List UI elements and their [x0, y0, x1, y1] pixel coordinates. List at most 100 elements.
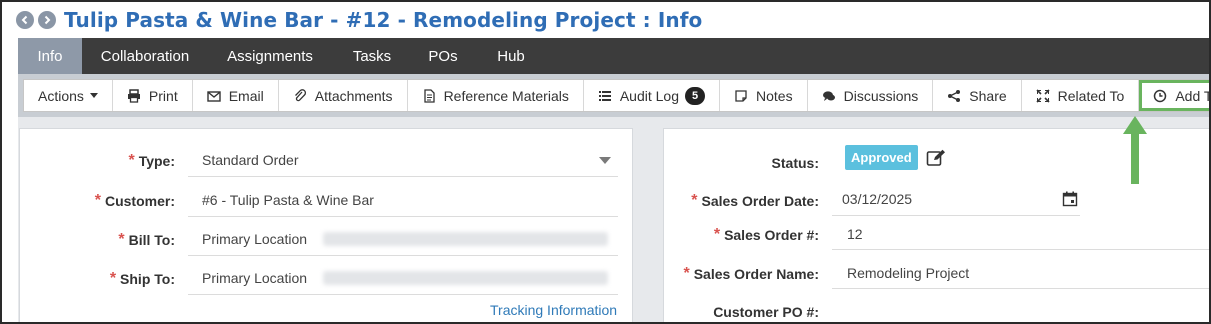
chat-icon	[822, 89, 836, 103]
required-marker: *	[118, 231, 125, 248]
order-details-panel: * Type: Standard Order * Customer: #6 - …	[19, 128, 633, 322]
required-marker: *	[128, 152, 135, 169]
redacted-address	[323, 271, 609, 285]
sales-order-date-underline	[832, 215, 1080, 216]
bill-to-value: Primary Location	[202, 231, 308, 247]
sales-order-name-value: Remodeling Project	[847, 265, 970, 281]
app-window: Tulip Pasta & Wine Bar - #12 - Remodelin…	[0, 0, 1211, 324]
status-label-row: Status:	[664, 155, 819, 171]
ship-to-value: Primary Location	[202, 270, 308, 286]
customer-value: #6 - Tulip Pasta & Wine Bar	[202, 192, 374, 208]
envelope-icon	[207, 89, 221, 103]
clock-icon	[1153, 89, 1167, 103]
calendar-icon[interactable]	[1062, 191, 1078, 207]
tab-assignments[interactable]: Assignments	[208, 38, 332, 74]
sales-order-num-label: Sales Order #:	[724, 227, 819, 243]
actions-button[interactable]: Actions	[24, 80, 113, 111]
sales-order-name-label: Sales Order Name:	[693, 266, 819, 282]
bill-to-label: Bill To:	[128, 232, 175, 248]
ship-to-field[interactable]: Primary Location	[202, 270, 609, 286]
reference-materials-label: Reference Materials	[443, 87, 569, 104]
note-icon	[734, 89, 748, 103]
email-label: Email	[228, 87, 264, 104]
caret-down-icon	[89, 93, 98, 98]
customer-po-label-row: Customer PO #:	[664, 304, 819, 320]
tab-collaboration[interactable]: Collaboration	[82, 38, 208, 74]
toolbar-area: Actions Print Email Attachments Referenc…	[18, 74, 1209, 117]
related-to-button[interactable]: Related To	[1022, 80, 1140, 111]
share-button[interactable]: Share	[933, 80, 1022, 111]
discussions-button[interactable]: Discussions	[808, 80, 934, 111]
customer-field[interactable]: #6 - Tulip Pasta & Wine Bar	[202, 192, 374, 208]
required-marker: *	[94, 192, 101, 209]
customer-underline	[188, 216, 618, 217]
toolbar: Actions Print Email Attachments Referenc…	[23, 79, 1209, 112]
bill-to-label-row: * Bill To:	[20, 231, 175, 249]
attachments-label: Attachments	[314, 87, 393, 104]
sales-order-date-value: 03/12/2025	[842, 191, 913, 207]
notes-label: Notes	[756, 87, 793, 104]
email-button[interactable]: Email	[193, 80, 279, 111]
ship-to-label: Ship To:	[120, 271, 175, 287]
redacted-address	[323, 232, 609, 246]
sales-order-num-label-row: * Sales Order #:	[664, 226, 819, 244]
sales-order-name-label-row: * Sales Order Name:	[664, 265, 819, 283]
tab-info[interactable]: Info	[18, 38, 82, 74]
back-icon[interactable]	[16, 11, 34, 29]
share-label: Share	[969, 87, 1007, 104]
customer-label: Customer:	[104, 193, 175, 209]
sales-order-date-field[interactable]: 03/12/2025	[842, 191, 912, 207]
ship-to-underline	[188, 294, 618, 295]
audit-log-button[interactable]: Audit Log 5	[584, 80, 721, 111]
status-badge: Approved	[845, 145, 918, 170]
sales-order-num-field[interactable]: 12	[847, 226, 863, 242]
tab-hub[interactable]: Hub	[474, 38, 548, 74]
customer-label-row: * Customer:	[20, 192, 175, 210]
sales-order-name-underline	[832, 288, 1209, 289]
paperclip-icon	[293, 88, 307, 103]
sales-order-num-underline	[832, 249, 1209, 250]
status-label: Status:	[771, 155, 819, 171]
add-time-label: Add Time	[1175, 87, 1209, 104]
sales-order-date-label: Sales Order Date:	[701, 193, 820, 209]
ship-to-label-row: * Ship To:	[20, 270, 175, 288]
expand-icon	[1036, 88, 1050, 103]
edit-icon[interactable]	[926, 149, 946, 167]
discussions-label: Discussions	[843, 87, 919, 104]
print-button[interactable]: Print	[113, 80, 193, 111]
forward-icon[interactable]	[38, 11, 56, 29]
add-time-button[interactable]: Add Time	[1139, 80, 1209, 111]
required-marker: *	[683, 265, 690, 282]
sales-order-date-label-row: * Sales Order Date:	[664, 192, 819, 210]
tab-pos[interactable]: POs	[412, 38, 474, 74]
type-select[interactable]: Standard Order	[202, 152, 620, 168]
title-bar: Tulip Pasta & Wine Bar - #12 - Remodelin…	[2, 2, 1209, 38]
reference-materials-button[interactable]: Reference Materials	[408, 80, 584, 111]
related-to-label: Related To	[1057, 87, 1125, 104]
attachments-button[interactable]: Attachments	[279, 80, 408, 111]
required-marker: *	[713, 226, 721, 243]
audit-log-count-badge: 5	[685, 86, 706, 105]
notes-button[interactable]: Notes	[720, 80, 808, 111]
bill-to-underline	[188, 255, 618, 256]
tab-bar: Info Collaboration Assignments Tasks POs…	[18, 38, 1209, 74]
sales-order-name-field[interactable]: Remodeling Project	[847, 265, 969, 281]
print-label: Print	[148, 87, 178, 104]
required-marker: *	[691, 192, 698, 209]
tracking-information-link[interactable]: Tracking Information	[490, 302, 617, 318]
sales-order-num-value: 12	[847, 226, 863, 242]
status-field: Approved	[845, 145, 946, 170]
page-title: Tulip Pasta & Wine Bar - #12 - Remodelin…	[64, 8, 703, 32]
printer-icon	[127, 88, 141, 103]
tab-tasks[interactable]: Tasks	[332, 38, 412, 74]
document-icon	[422, 88, 436, 103]
dropdown-caret-icon[interactable]	[599, 157, 611, 164]
type-underline	[188, 176, 618, 177]
annotation-arrow-icon	[1123, 116, 1147, 184]
tracking-link-row: Tracking Information	[490, 302, 617, 318]
type-label-row: * Type:	[20, 152, 175, 170]
list-icon	[598, 89, 612, 103]
audit-log-label: Audit Log	[619, 87, 680, 104]
type-label: Type:	[138, 153, 175, 169]
bill-to-field[interactable]: Primary Location	[202, 231, 609, 247]
